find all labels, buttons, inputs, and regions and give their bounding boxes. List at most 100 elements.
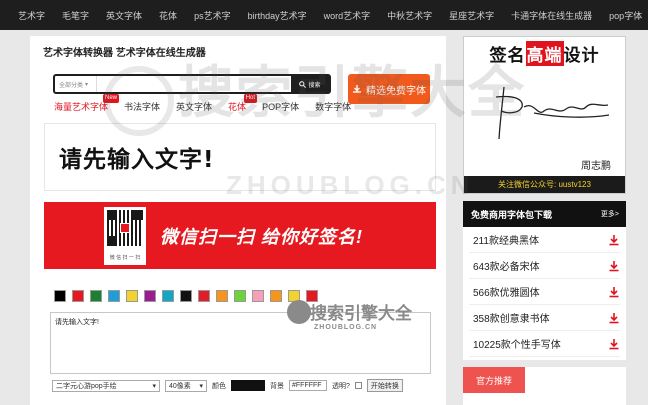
color-swatch[interactable] <box>72 290 84 302</box>
qr-logo <box>120 222 130 233</box>
ad-heading-post: 设计 <box>563 45 600 65</box>
tab-font-category[interactable]: 花体 Hot <box>228 94 258 113</box>
qr-code: 微 信 扫 一 扫 <box>104 206 146 265</box>
download-item[interactable]: 211款经典黑体 <box>469 227 620 253</box>
convert-button-label: 开始转换 <box>370 382 399 390</box>
download-icon <box>608 260 620 272</box>
tab-label: 英文字体 <box>176 102 213 112</box>
bg-color-input[interactable]: #FFFFFF <box>289 380 327 391</box>
free-fonts-label: 精选免费字体 <box>366 85 426 97</box>
download-icon <box>608 312 620 324</box>
tab-label: 数字字体 <box>315 102 352 112</box>
search-button-label: 搜索 <box>308 82 321 89</box>
color-swatch[interactable] <box>108 290 120 302</box>
color-swatch[interactable] <box>126 290 138 302</box>
download-item[interactable]: 566款优雅圆体 <box>469 279 620 305</box>
nav-link[interactable]: ps艺术字 <box>194 9 231 22</box>
color-swatch[interactable] <box>216 290 228 302</box>
search-button[interactable]: 搜索 <box>291 76 329 92</box>
ad-signature-name: 周志鹏 <box>581 161 611 172</box>
tab-font-category[interactable]: POP字体 <box>262 100 299 113</box>
color-swatch[interactable] <box>252 290 264 302</box>
nav-link[interactable]: 花体 <box>159 9 177 22</box>
recommend-panel: 官方推荐 <box>463 367 626 405</box>
ad-heading-pre: 签名 <box>489 45 526 65</box>
editor-controls: 二字元心游pop手绘 ▾ 40像素 ▾ 颜色 背景 #FFFFFF 透明? 开始… <box>52 379 403 392</box>
font-select[interactable]: 二字元心游pop手绘 ▾ <box>52 379 160 392</box>
download-item-label: 358款创意隶书体 <box>473 314 550 325</box>
color-swatch[interactable] <box>54 290 66 302</box>
nav-link[interactable]: 艺术字 <box>18 9 45 22</box>
download-icon <box>353 85 361 93</box>
download-icon <box>608 234 620 246</box>
tab-label: 海量艺术字体 <box>54 102 109 112</box>
download-panel: 免费商用字体包下载 更多> 211款经典黑体 643款必备宋体 566款优雅圆体 35… <box>463 201 626 360</box>
download-item-label: 211款经典黑体 <box>473 236 539 247</box>
download-panel-title: 免费商用字体包下载 <box>471 209 553 220</box>
color-label: 颜色 <box>212 382 226 390</box>
download-item[interactable]: 643款必备宋体 <box>469 253 620 279</box>
color-swatches <box>54 290 318 302</box>
bg-color-value: #FFFFFF <box>292 382 322 389</box>
download-icon <box>608 286 620 298</box>
color-swatch[interactable] <box>144 290 156 302</box>
download-item[interactable]: 358款创意隶书体 <box>469 305 620 331</box>
color-swatch[interactable] <box>234 290 246 302</box>
tab-label: POP字体 <box>262 102 300 112</box>
search-input[interactable] <box>97 76 291 92</box>
nav-link[interactable]: 卡通字体在线生成器 <box>511 9 592 22</box>
text-input-area[interactable] <box>50 312 431 374</box>
signature-image <box>495 86 610 140</box>
search-category-select[interactable]: 全部分类 ▾ <box>55 76 97 92</box>
tab-font-category[interactable]: 数字字体 <box>315 100 351 113</box>
nav-link[interactable]: pop字体 <box>609 9 642 22</box>
color-swatch[interactable] <box>270 290 282 302</box>
chevron-down-icon: ▾ <box>199 382 203 390</box>
preview-text: 请先输入文字! <box>59 147 215 173</box>
signature-ad[interactable]: 签名 高端 设计 周志鹏 关注微信公众号: uustv123 <box>463 36 626 194</box>
page-title: 艺术字体转换器 艺术字体在线生成器 <box>43 48 206 59</box>
search-bar: 全部分类 ▾ 搜索 <box>53 74 331 94</box>
chevron-down-icon: ▾ <box>152 382 156 390</box>
color-swatch[interactable] <box>90 290 102 302</box>
tab-label: 书法字体 <box>124 102 161 112</box>
color-picker[interactable] <box>231 380 265 391</box>
tab-label: 花体 <box>228 102 247 112</box>
download-item[interactable]: 10225款个性手写体 <box>469 331 620 357</box>
download-list: 211款经典黑体 643款必备宋体 566款优雅圆体 358款创意隶书体 10225款个… <box>463 227 626 357</box>
color-swatch[interactable] <box>198 290 210 302</box>
nav-link[interactable]: 星座艺术字 <box>449 9 494 22</box>
download-panel-header: 免费商用字体包下载 更多> <box>463 201 626 227</box>
more-link[interactable]: 更多> <box>601 209 619 219</box>
nav-link[interactable]: 毛笔字 <box>62 9 89 22</box>
nav-link[interactable]: 英文字体 <box>106 9 142 22</box>
nav-link[interactable]: 中秋艺术字 <box>387 9 432 22</box>
wechat-banner[interactable]: 微 信 扫 一 扫 微信扫一扫 给你好签名! <box>44 202 436 269</box>
color-swatch[interactable] <box>306 290 318 302</box>
download-item-label: 643款必备宋体 <box>473 262 540 273</box>
ad-footer: 关注微信公众号: uustv123 <box>464 176 625 193</box>
bg-label: 背景 <box>270 382 284 390</box>
color-swatch[interactable] <box>180 290 192 302</box>
color-swatch[interactable] <box>162 290 174 302</box>
tab-font-category[interactable]: 书法字体 <box>124 100 160 113</box>
tab-font-category[interactable]: 英文字体 <box>176 100 212 113</box>
convert-button[interactable]: 开始转换 <box>366 379 403 392</box>
color-swatch[interactable] <box>288 290 300 302</box>
nav-link[interactable]: word艺术字 <box>324 9 371 22</box>
text-preview: 请先输入文字! <box>44 123 436 191</box>
transparent-checkbox[interactable] <box>354 382 362 389</box>
size-select[interactable]: 40像素 ▾ <box>165 379 207 392</box>
tab-font-category[interactable]: 海量艺术字体 New <box>54 94 120 113</box>
ad-heading-highlight: 高端 <box>525 40 564 66</box>
ad-heading: 签名 高端 设计 <box>464 37 625 69</box>
recommend-title: 官方推荐 <box>463 367 525 393</box>
search-category-label: 全部分类 <box>59 82 84 89</box>
font-select-value: 二字元心游pop手绘 <box>56 382 117 390</box>
font-category-tabs: 海量艺术字体 New 书法字体 英文字体 花体 Hot POP字体 数字字体 <box>54 94 367 113</box>
tab-badge: Hot <box>243 94 258 103</box>
nav-link[interactable]: birthday艺术字 <box>248 9 307 22</box>
chevron-down-icon: ▾ <box>85 81 89 88</box>
top-nav: 艺术字 毛笔字 英文字体 花体 ps艺术字 birthday艺术字 word艺术字 中秋艺术字… <box>0 0 648 30</box>
qr-caption: 微 信 扫 一 扫 <box>109 254 141 261</box>
